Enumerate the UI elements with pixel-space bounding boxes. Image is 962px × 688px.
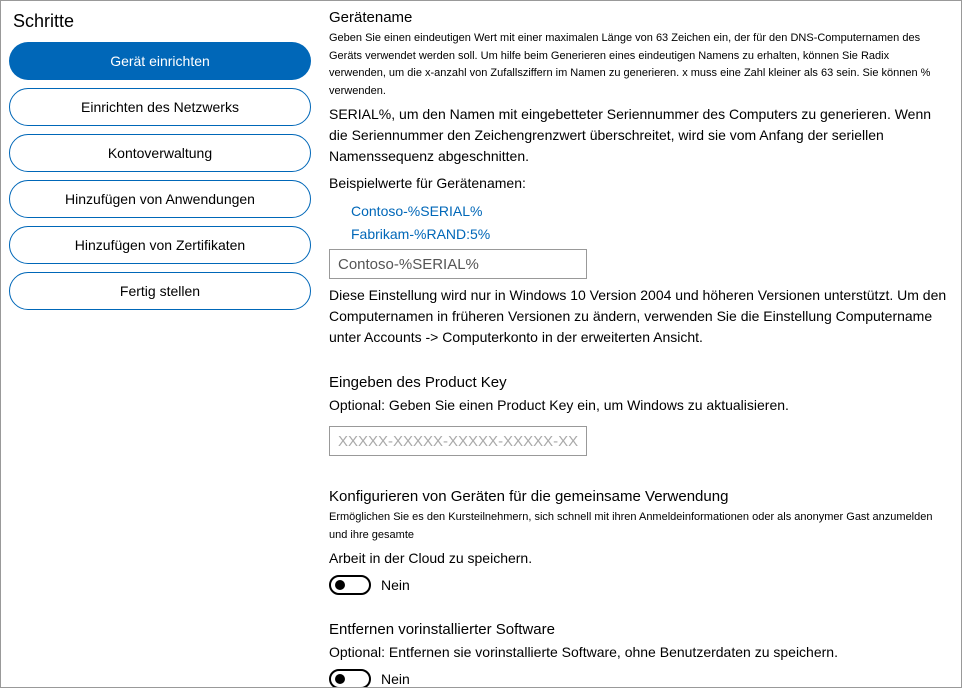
remove-software-toggle-row: Nein bbox=[329, 669, 947, 687]
sidebar: Schritte Gerät einrichten Einrichten des… bbox=[1, 1, 321, 687]
shared-use-toggle-row: Nein bbox=[329, 575, 947, 595]
sidebar-title: Schritte bbox=[9, 11, 311, 32]
device-name-serial-note: SERIAL%, um den Namen mit eingebetteter … bbox=[329, 104, 947, 167]
step-account-mgmt[interactable]: Kontoverwaltung bbox=[9, 134, 311, 172]
shared-use-desc: Ermöglichen Sie es den Kursteilnehmern, … bbox=[329, 509, 947, 544]
main-content: Gerätename Geben Sie einen eindeutigen W… bbox=[321, 1, 961, 687]
device-name-input[interactable] bbox=[329, 249, 587, 279]
device-name-example-2: Fabrikam-%RAND:5% bbox=[351, 223, 947, 245]
device-name-post-note: Diese Einstellung wird nur in Windows 10… bbox=[329, 285, 947, 348]
remove-software-section: Entfernen vorinstallierter Software Opti… bbox=[329, 621, 947, 687]
device-name-desc: Geben Sie einen eindeutigen Wert mit ein… bbox=[329, 30, 947, 100]
product-key-input[interactable] bbox=[329, 426, 587, 456]
remove-software-desc: Optional: Entfernen sie vorinstallierte … bbox=[329, 642, 947, 663]
shared-use-toggle-label: Nein bbox=[381, 577, 410, 593]
shared-use-section: Konfigurieren von Geräten für die gemein… bbox=[329, 488, 947, 595]
device-name-title: Gerätename bbox=[329, 9, 947, 26]
shared-use-toggle[interactable] bbox=[329, 575, 371, 595]
shared-use-title: Konfigurieren von Geräten für die gemein… bbox=[329, 488, 947, 505]
device-name-section: Gerätename Geben Sie einen eindeutigen W… bbox=[329, 9, 947, 348]
device-name-example-1: Contoso-%SERIAL% bbox=[351, 200, 947, 222]
product-key-title: Eingeben des Product Key bbox=[329, 374, 947, 391]
remove-software-toggle[interactable] bbox=[329, 669, 371, 687]
device-name-examples-label: Beispielwerte für Gerätenamen: bbox=[329, 173, 947, 194]
step-add-apps[interactable]: Hinzufügen von Anwendungen bbox=[9, 180, 311, 218]
step-setup-device[interactable]: Gerät einrichten bbox=[9, 42, 311, 80]
remove-software-toggle-label: Nein bbox=[381, 671, 410, 687]
toggle-knob-icon bbox=[335, 580, 345, 590]
step-finish[interactable]: Fertig stellen bbox=[9, 272, 311, 310]
shared-use-desc2: Arbeit in der Cloud zu speichern. bbox=[329, 548, 947, 569]
product-key-section: Eingeben des Product Key Optional: Geben… bbox=[329, 374, 947, 462]
step-add-certs[interactable]: Hinzufügen von Zertifikaten bbox=[9, 226, 311, 264]
product-key-desc: Optional: Geben Sie einen Product Key ei… bbox=[329, 395, 947, 416]
toggle-knob-icon bbox=[335, 674, 345, 684]
step-setup-network[interactable]: Einrichten des Netzwerks bbox=[9, 88, 311, 126]
remove-software-title: Entfernen vorinstallierter Software bbox=[329, 621, 947, 638]
